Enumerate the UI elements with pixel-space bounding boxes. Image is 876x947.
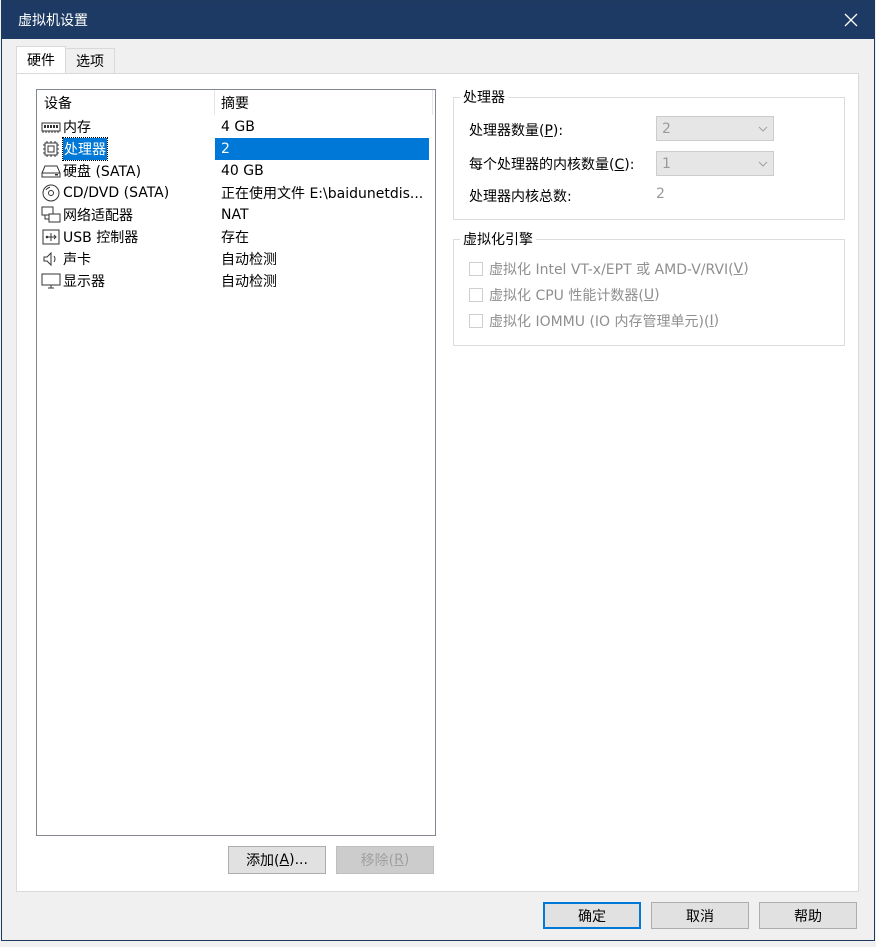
processor-count-value: 2	[662, 120, 671, 137]
add-device-button[interactable]: 添加(A)...	[228, 846, 326, 874]
processor-count-select[interactable]: 2	[656, 116, 774, 141]
device-summary: 自动检测	[221, 252, 277, 268]
sound-icon	[41, 249, 61, 269]
hardware-panel: 设备 摘要 内存 4 GB 处理器 2 硬盘 (SATA) 40 GB CD/D…	[16, 73, 859, 892]
close-button[interactable]	[828, 1, 874, 39]
virtualization-engine-legend: 虚拟化引擎	[460, 229, 536, 249]
checkbox-box	[469, 262, 483, 276]
chevron-down-icon	[758, 161, 768, 167]
checkbox-box	[469, 288, 483, 302]
total-cores-label: 处理器内核总数:	[469, 189, 572, 205]
checkbox-box	[469, 314, 483, 328]
cores-per-processor-select[interactable]: 1	[656, 151, 774, 176]
add-button-accesskey: A	[279, 852, 290, 868]
remove-button-label-suffix: )	[403, 852, 410, 868]
device-row-sound[interactable]: 声卡 自动检测	[37, 248, 435, 270]
tab-hardware[interactable]: 硬件	[16, 46, 66, 73]
processor-count-label: 处理器数量(P):	[469, 123, 564, 139]
virtualize-iommu-checkbox[interactable]: 虚拟化 IOMMU (IO 内存管理单元)(I)	[469, 311, 719, 331]
device-row-display[interactable]: 显示器 自动检测	[37, 270, 435, 292]
processor-group-legend: 处理器	[460, 87, 508, 107]
device-summary: 正在使用文件 E:\baidunetdis...	[221, 186, 424, 202]
usb-icon	[41, 227, 61, 247]
device-row-harddisk[interactable]: 硬盘 (SATA) 40 GB	[37, 160, 435, 182]
device-name: 声卡	[63, 252, 91, 268]
title-bar: 虚拟机设置	[2, 1, 874, 39]
vm-settings-dialog: 虚拟机设置 硬件 选项 设备 摘要 内存 4 GB 处理器 2 硬盘 (SATA…	[1, 0, 875, 941]
remove-device-button[interactable]: 移除(R)	[336, 846, 434, 874]
device-summary: 存在	[221, 230, 249, 246]
device-summary: NAT	[221, 207, 249, 223]
device-row-network-adapter[interactable]: 网络适配器 NAT	[37, 204, 435, 226]
device-row-processor[interactable]: 处理器 2	[37, 137, 435, 161]
device-summary: 自动检测	[221, 274, 277, 290]
add-button-label-suffix: )...	[289, 852, 308, 868]
virtualize-cpu-counters-checkbox[interactable]: 虚拟化 CPU 性能计数器(U)	[469, 285, 660, 305]
memory-icon	[41, 117, 61, 137]
device-name: USB 控制器	[63, 230, 139, 246]
device-list[interactable]: 设备 摘要 内存 4 GB 处理器 2 硬盘 (SATA) 40 GB CD/D…	[36, 89, 436, 836]
device-summary: 4 GB	[221, 119, 255, 135]
device-name: 内存	[63, 120, 91, 136]
device-name: 显示器	[63, 274, 105, 290]
column-header-device[interactable]: 设备	[37, 90, 215, 115]
help-button[interactable]: 帮助	[759, 902, 857, 929]
display-icon	[41, 271, 61, 291]
device-row-memory[interactable]: 内存 4 GB	[37, 116, 435, 138]
device-name: CD/DVD (SATA)	[63, 185, 170, 201]
device-row-cdrom[interactable]: CD/DVD (SATA) 正在使用文件 E:\baidunetdis...	[37, 182, 435, 204]
dialog-title: 虚拟机设置	[18, 13, 88, 29]
column-header-summary[interactable]: 摘要	[215, 90, 433, 115]
ok-button[interactable]: 确定	[543, 902, 641, 929]
device-name: 处理器	[62, 137, 108, 161]
add-button-label: 添加(	[246, 853, 280, 869]
virtualize-vtx-checkbox[interactable]: 虚拟化 Intel VT-x/EPT 或 AMD-V/RVI(V)	[469, 259, 749, 279]
processor-icon	[41, 139, 61, 159]
harddisk-icon	[41, 161, 61, 181]
device-summary: 40 GB	[221, 163, 264, 179]
remove-button-accesskey: R	[394, 852, 404, 868]
device-name: 硬盘 (SATA)	[63, 164, 142, 180]
close-icon	[844, 13, 858, 27]
remove-button-label: 移除(	[360, 853, 395, 869]
device-summary: 2	[215, 138, 429, 160]
device-row-usb[interactable]: USB 控制器 存在	[37, 226, 435, 248]
network-adapter-icon	[41, 205, 61, 225]
tab-bar: 硬件 选项	[16, 46, 115, 74]
tab-options-label: 选项	[76, 54, 104, 70]
device-list-header: 设备 摘要	[37, 90, 435, 116]
cores-per-processor-label: 每个处理器的内核数量(C):	[469, 157, 635, 173]
chevron-down-icon	[758, 126, 768, 132]
tab-options[interactable]: 选项	[65, 48, 115, 73]
cancel-button[interactable]: 取消	[651, 902, 749, 929]
cores-per-processor-value: 1	[662, 155, 671, 172]
cdrom-icon	[41, 183, 61, 203]
device-name: 网络适配器	[63, 208, 133, 224]
total-cores-value: 2	[656, 186, 665, 202]
tab-hardware-label: 硬件	[27, 53, 55, 69]
